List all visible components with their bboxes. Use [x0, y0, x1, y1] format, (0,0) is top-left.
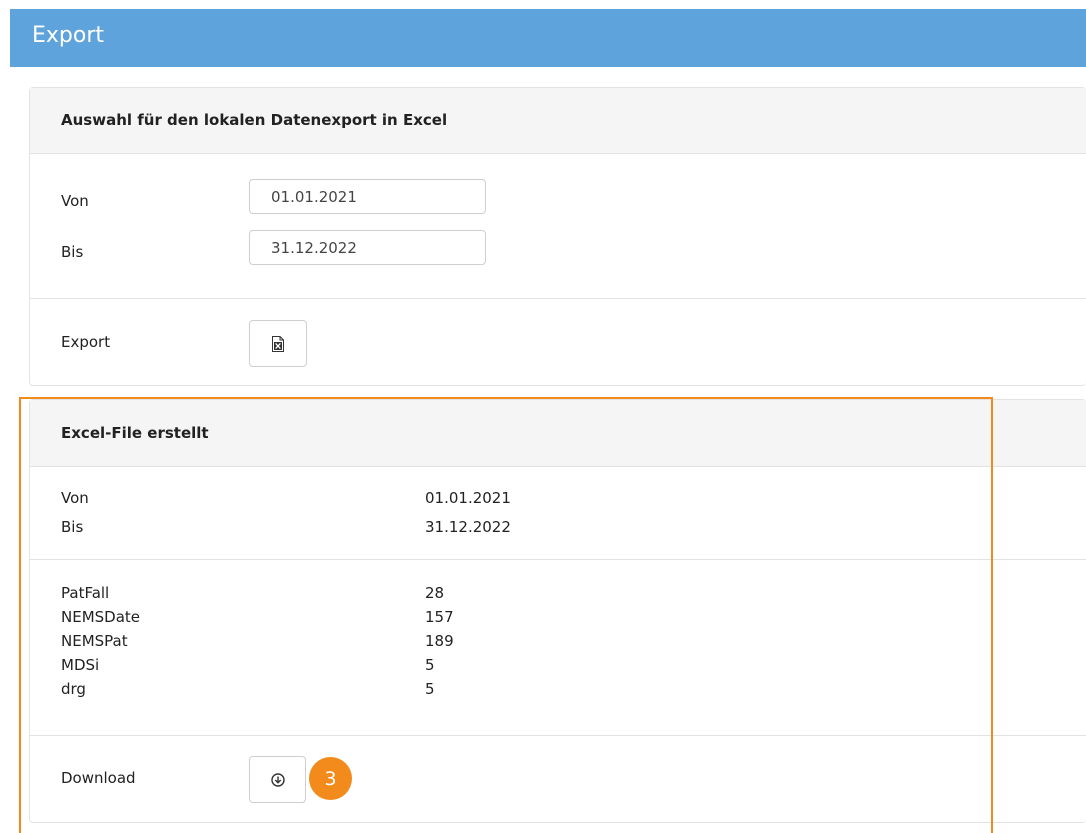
divider — [30, 735, 1086, 736]
to-label: Bis — [61, 243, 84, 261]
export-label: Export — [61, 333, 111, 351]
count-value-drg: 5 — [425, 680, 435, 698]
panel-header: Auswahl für den lokalen Datenexport in E… — [30, 88, 1086, 154]
page-title: Export — [32, 23, 105, 48]
count-value-nemsdate: 157 — [425, 608, 454, 626]
panel-title: Auswahl für den lokalen Datenexport in E… — [61, 111, 448, 129]
top-bar: Export — [10, 9, 1086, 67]
count-label-nemsdate: NEMSDate — [61, 608, 141, 626]
count-label-drg: drg — [61, 680, 86, 698]
count-value-nemspat: 189 — [425, 632, 454, 650]
excel-result-panel: Excel-File erstellt Von 01.01.2021 Bis 3… — [29, 399, 1086, 823]
divider — [30, 559, 1086, 560]
count-label-mdsi: MDSi — [61, 656, 100, 674]
count-label-nemspat: NEMSPat — [61, 632, 128, 650]
download-label: Download — [61, 769, 136, 787]
step-badge: 3 — [309, 757, 352, 800]
count-value-mdsi: 5 — [425, 656, 435, 674]
from-label: Von — [61, 192, 89, 210]
panel-header: Excel-File erstellt — [30, 400, 1086, 467]
excel-file-icon — [272, 335, 284, 352]
period-from-label: Von — [61, 489, 89, 507]
download-button[interactable] — [249, 756, 306, 803]
from-date-input[interactable] — [249, 179, 486, 214]
divider — [30, 298, 1086, 299]
download-circle-icon — [270, 772, 285, 787]
period-to-label: Bis — [61, 518, 84, 536]
period-from-value: 01.01.2021 — [425, 489, 511, 507]
export-excel-button[interactable] — [249, 320, 307, 367]
period-to-value: 31.12.2022 — [425, 518, 511, 536]
to-date-input[interactable] — [249, 230, 486, 265]
panel-title: Excel-File erstellt — [61, 424, 209, 442]
export-selection-panel: Auswahl für den lokalen Datenexport in E… — [29, 87, 1086, 386]
count-label-patfall: PatFall — [61, 584, 110, 602]
count-value-patfall: 28 — [425, 584, 445, 602]
